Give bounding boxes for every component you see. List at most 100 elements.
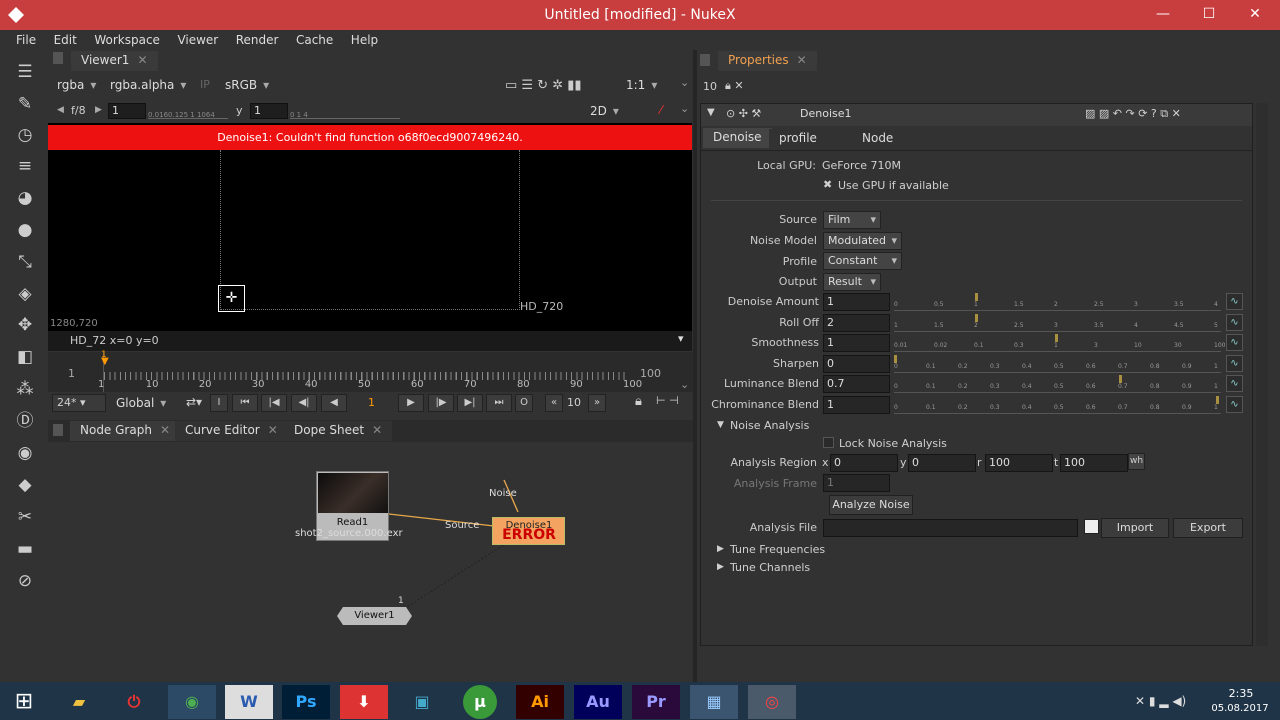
toolsets-tool-icon[interactable]: ✂ xyxy=(14,506,36,528)
menu-viewer[interactable]: Viewer xyxy=(170,30,225,50)
close-icon[interactable]: ✕ xyxy=(160,423,170,437)
slider-value-input[interactable]: 0.7 xyxy=(823,375,890,394)
photoshop-icon[interactable]: Ps xyxy=(282,685,330,719)
keyer-tool-icon[interactable]: ⤡ xyxy=(14,251,36,273)
first-frame-button[interactable]: ⏮ xyxy=(232,394,258,412)
export-button[interactable]: Export xyxy=(1173,518,1243,538)
current-frame[interactable]: 1 xyxy=(368,396,375,409)
collapse-icon[interactable]: ▼ xyxy=(707,107,715,118)
loop-icon[interactable]: ⇄▾ xyxy=(186,395,202,409)
menu-help[interactable]: Help xyxy=(344,30,385,50)
out-point-button[interactable]: O xyxy=(515,394,533,412)
slider-value-input[interactable]: 1 xyxy=(823,293,890,311)
last-frame-button[interactable]: ⏭ xyxy=(486,394,512,412)
menu-cache[interactable]: Cache xyxy=(289,30,340,50)
pane-menu-icon[interactable] xyxy=(700,54,710,66)
import-button[interactable]: Import xyxy=(1101,518,1169,538)
channels-dropdown[interactable]: rgba xyxy=(57,76,96,94)
skip-forward-button[interactable]: » xyxy=(588,394,606,412)
power-icon[interactable]: ⏻ xyxy=(110,685,158,719)
slider-track[interactable]: 0 0.1 0.2 0.3 0.4 0.5 0.6 0.7 0.8 0.9 1 xyxy=(894,354,1221,373)
nuke-taskbar-icon[interactable]: ◎ xyxy=(748,685,796,719)
paint-icon[interactable]: ⁄ xyxy=(660,103,662,117)
menu-workspace[interactable]: Workspace xyxy=(87,30,167,50)
step-forward-button[interactable]: |▶ xyxy=(428,394,454,412)
animation-curve-icon[interactable]: ∿ xyxy=(1226,313,1243,331)
slider-handle[interactable] xyxy=(974,313,978,322)
panel-lock-icon[interactable]: 🔒︎ ✕ xyxy=(725,79,744,93)
fps-dropdown[interactable]: 24* ▾ xyxy=(52,394,106,412)
slider-track[interactable]: 0 0.1 0.2 0.3 0.4 0.5 0.6 0.7 0.8 0.9 1 xyxy=(894,375,1221,394)
other-tool-icon[interactable]: ▬ xyxy=(14,538,36,560)
animation-curve-icon[interactable]: ∿ xyxy=(1226,354,1243,372)
slider-handle[interactable] xyxy=(1119,375,1123,384)
lut-dropdown[interactable]: sRGB xyxy=(225,76,269,94)
word-icon[interactable]: W xyxy=(225,685,273,719)
node-tools-icons[interactable]: ⊙ ✣ ⚒ xyxy=(726,107,761,120)
crosshair-icon[interactable]: ✛ xyxy=(218,285,245,312)
tune-channels-label[interactable]: Tune Channels xyxy=(730,561,810,574)
properties-scrollbar[interactable] xyxy=(1256,103,1268,646)
node-graph-canvas[interactable]: Read1 shot2_source.000.exr Denoise1 ERRO… xyxy=(48,442,693,682)
timeline[interactable]: 1 100 ▼ 1 1 10 20 30 40 50 60 70 80 90 100 ⌄ xyxy=(48,350,693,392)
close-icon[interactable]: ✕ xyxy=(372,423,382,437)
prev-keyframe-button[interactable]: |◀ xyxy=(261,394,287,412)
slider-handle[interactable] xyxy=(894,354,897,363)
source-dropdown[interactable]: Film xyxy=(823,211,881,229)
region-y-input[interactable]: 0 xyxy=(908,454,976,472)
in-point-button[interactable]: I xyxy=(210,394,228,412)
premiere-icon[interactable]: Pr xyxy=(632,685,680,719)
use-gpu-checkbox[interactable]: ✖ xyxy=(823,178,832,191)
scope-dropdown[interactable]: Global xyxy=(116,394,166,412)
skip-back-button[interactable]: « xyxy=(545,394,563,412)
filter-tool-icon[interactable]: ● xyxy=(14,219,36,241)
animation-curve-icon[interactable]: ∿ xyxy=(1226,334,1243,352)
explorer-icon[interactable]: ▰ xyxy=(55,685,103,719)
next-keyframe-button[interactable]: ▶| xyxy=(457,394,483,412)
slider-handle[interactable] xyxy=(1216,396,1219,404)
tab-dope-sheet[interactable]: Dope Sheet ✕ xyxy=(284,421,393,441)
control-panel-icon[interactable]: ▦ xyxy=(690,685,738,719)
tab-node-graph[interactable]: Node Graph ✕ xyxy=(70,421,181,441)
slider-track[interactable]: 0 0.5 1 1.5 2 2.5 3 3.5 4 xyxy=(894,293,1221,311)
utorrent-icon[interactable]: µ xyxy=(463,685,497,719)
prev-fstop-icon[interactable]: ◀ xyxy=(57,105,64,115)
download-icon[interactable]: ⬇ xyxy=(340,685,388,719)
chevron-down-icon[interactable]: ⌄ xyxy=(680,102,689,115)
minimize-button[interactable]: — xyxy=(1140,0,1186,30)
clock-time[interactable]: 2:35 xyxy=(1226,687,1256,700)
profile-dropdown[interactable]: Constant xyxy=(823,252,902,270)
close-icon[interactable]: ✕ xyxy=(268,423,278,437)
slider-value-input[interactable]: 1 xyxy=(823,396,890,414)
close-icon[interactable]: ✕ xyxy=(137,53,147,67)
chevron-down-icon[interactable]: ⌄ xyxy=(680,76,689,89)
analyze-noise-button[interactable]: Analyze Noise xyxy=(829,495,913,515)
output-dropdown[interactable]: Result xyxy=(823,273,881,291)
furnace-tool-icon[interactable]: ⊘ xyxy=(14,570,36,592)
particles-tool-icon[interactable]: ⁂ xyxy=(14,378,36,400)
animation-curve-icon[interactable]: ∿ xyxy=(1226,375,1243,393)
expand-icon[interactable]: ▶ xyxy=(717,544,724,554)
play-forward-button[interactable]: ▶ xyxy=(398,394,424,412)
menu-file[interactable]: File xyxy=(9,30,43,50)
viewer-node[interactable]: Viewer1 xyxy=(337,607,412,625)
gamma-slider[interactable]: 0 1 4 xyxy=(290,103,400,119)
slider-value-input[interactable]: 2 xyxy=(823,313,890,332)
region-x-input[interactable]: 0 xyxy=(830,454,898,472)
chrome-icon[interactable]: ◉ xyxy=(168,685,216,719)
pane-menu-icon[interactable] xyxy=(53,52,63,64)
denoise-node[interactable]: Denoise1 ERROR xyxy=(492,517,565,545)
max-panels-value[interactable]: 10 xyxy=(703,80,717,93)
close-button[interactable]: ✕ xyxy=(1232,0,1278,30)
expand-icon[interactable]: ▶ xyxy=(717,562,724,572)
animation-curve-icon[interactable]: ∿ xyxy=(1226,396,1243,413)
tune-frequencies-label[interactable]: Tune Frequencies xyxy=(730,543,825,556)
tray-icons[interactable]: ✕ ▮ ▂ ◀︎) xyxy=(1135,694,1186,708)
clock-date[interactable]: 05.08.2017 xyxy=(1211,703,1269,714)
tab-properties[interactable]: Properties ✕ xyxy=(718,51,817,71)
slider-track[interactable]: 0 0.1 0.2 0.3 0.4 0.5 0.6 0.7 0.8 0.9 1 xyxy=(894,396,1221,414)
ip-button[interactable]: IP xyxy=(200,78,210,91)
illustrator-icon[interactable]: Ai xyxy=(516,685,564,719)
noise-analysis-label[interactable]: Noise Analysis xyxy=(730,419,809,432)
animation-curve-icon[interactable]: ∿ xyxy=(1226,293,1243,310)
